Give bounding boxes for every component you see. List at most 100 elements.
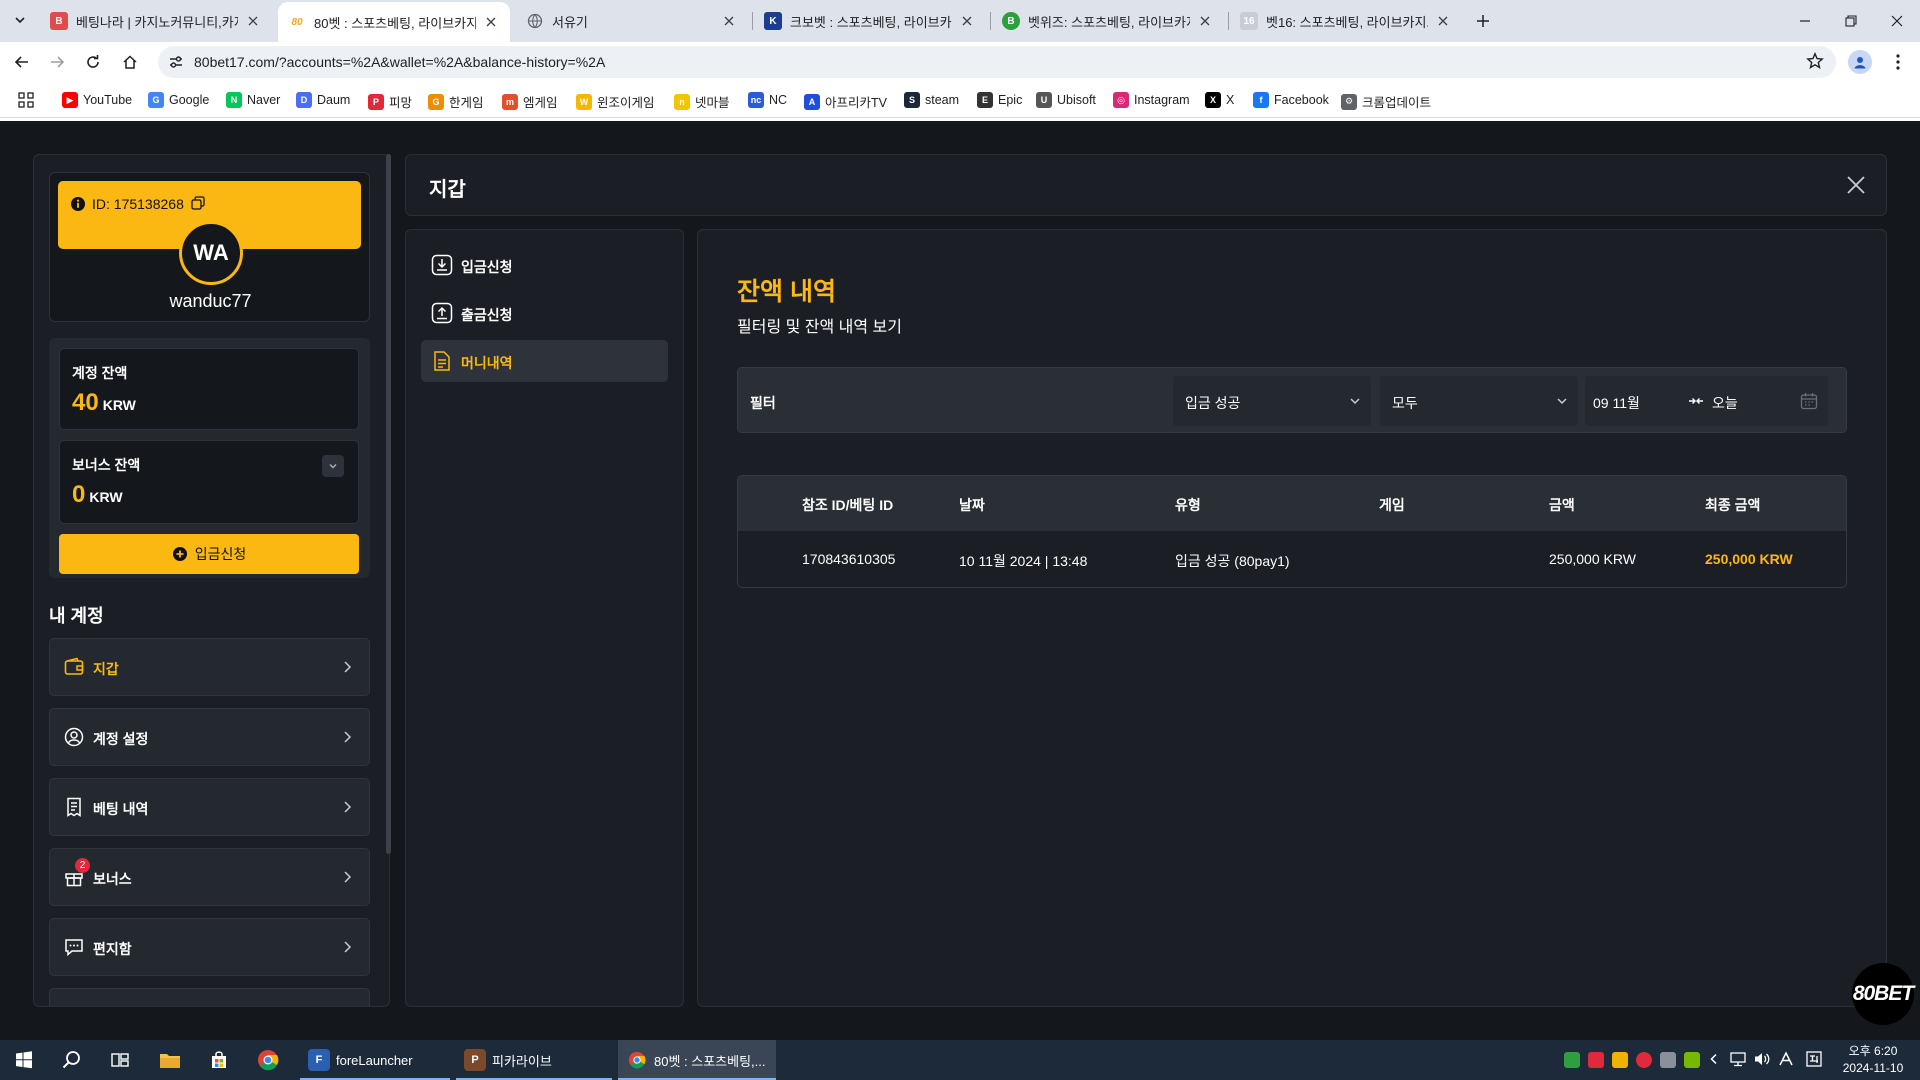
browser-menu-icon[interactable] xyxy=(1888,50,1908,74)
home-icon[interactable] xyxy=(118,50,142,74)
network-icon[interactable] xyxy=(1728,1049,1748,1069)
back-arrow-icon[interactable] xyxy=(10,50,34,74)
account-balance-amount: 40 KRW xyxy=(72,389,136,416)
bookmark-naver[interactable]: N Naver xyxy=(226,92,280,108)
column-header: 참조 ID/베팅 ID xyxy=(802,497,894,513)
tab-bet16[interactable]: 16 벳16: 스포츠베팅, 라이브카지노 xyxy=(1230,4,1462,38)
chevron-down-icon[interactable] xyxy=(322,455,344,477)
tab-search-icon[interactable] xyxy=(8,8,32,32)
new-tab-plus-icon[interactable] xyxy=(1472,10,1494,32)
chrome-icon[interactable] xyxy=(256,1048,280,1072)
bookmark-피망[interactable]: P 피망 xyxy=(368,92,412,111)
bookmark-google[interactable]: G Google xyxy=(148,92,209,108)
volume-icon[interactable] xyxy=(1752,1049,1772,1069)
taskbar-app-chrome-80bet[interactable]: 80벳 : 스포츠베팅,... xyxy=(618,1040,776,1080)
site-settings-icon[interactable] xyxy=(168,54,184,70)
user-circle-icon xyxy=(64,727,84,747)
tray-record-icon[interactable] xyxy=(1636,1052,1652,1068)
store-icon[interactable] xyxy=(207,1048,231,1072)
tab-close-icon[interactable] xyxy=(958,12,976,30)
tab-betwiz[interactable]: B 벳위즈: 스포츠베팅, 라이브카지 xyxy=(992,4,1224,38)
bookmark-ubisoft[interactable]: U Ubisoft xyxy=(1036,92,1096,108)
tray-badge-icon[interactable] xyxy=(1612,1052,1628,1068)
close-icon[interactable] xyxy=(1846,175,1866,195)
menu-item-label: 편지함 xyxy=(93,941,132,957)
tray-play-icon[interactable] xyxy=(1588,1052,1604,1068)
taskbar-app-forelauncher[interactable]: F foreLauncher xyxy=(300,1040,450,1080)
type-filter-select[interactable]: 입금 성공 xyxy=(1173,376,1371,426)
windows-start-icon[interactable] xyxy=(12,1048,36,1072)
bookmark-한게임[interactable]: G 한게임 xyxy=(428,92,484,111)
bookmark-instagram[interactable]: ◎ Instagram xyxy=(1113,92,1190,108)
bookmark-daum[interactable]: D Daum xyxy=(296,92,350,108)
deposit-button[interactable]: 입금신청 xyxy=(59,534,359,574)
chevron-right-icon xyxy=(342,800,352,814)
username: wanduc77 xyxy=(169,291,252,311)
bookmark-엠게임[interactable]: m 엠게임 xyxy=(502,92,558,111)
bookmark-윈조이게임[interactable]: W 윈조이게임 xyxy=(576,92,655,111)
sidebar-scrollbar[interactable] xyxy=(386,154,391,854)
bookmark-star-icon[interactable] xyxy=(1806,52,1824,70)
search-icon[interactable] xyxy=(60,1048,84,1072)
date-from: 09 11월 xyxy=(1593,395,1640,411)
system-clock[interactable]: 오후 6:20 2024-11-10 xyxy=(1838,1043,1908,1077)
window-close-icon[interactable] xyxy=(1874,6,1920,36)
menu-item-bonus[interactable]: 2 보너스 xyxy=(49,848,370,906)
bookmark-label: Daum xyxy=(317,93,351,107)
ime-indicator-icon[interactable] xyxy=(1776,1049,1796,1069)
bookmark-steam[interactable]: Ssteam xyxy=(904,92,959,108)
tab-80bet[interactable]: 80 80벳 : 스포츠베팅, 라이브카지 xyxy=(278,2,510,42)
bookmark-facebook[interactable]: f Facebook xyxy=(1253,92,1329,108)
tab-title: 벳16: 스포츠베팅, 라이브카지노 xyxy=(1266,14,1428,30)
calendar-icon[interactable] xyxy=(1800,392,1818,410)
menu-item-bet-history[interactable]: 베팅 내역 xyxy=(49,778,370,836)
bookmark-youtube[interactable]: ▶ YouTube xyxy=(62,92,132,108)
date-range-picker[interactable]: 09 11월 오늘 xyxy=(1585,376,1828,426)
address-bar[interactable]: 80bet17.com/?accounts=%2A&wallet=%2A&bal… xyxy=(158,46,1836,78)
bookmark-x[interactable]: XX xyxy=(1205,92,1234,108)
file-explorer-icon[interactable] xyxy=(158,1048,182,1072)
scope-filter-select[interactable]: 모두 xyxy=(1380,376,1578,426)
reload-icon[interactable] xyxy=(81,50,105,74)
task-view-icon[interactable] xyxy=(108,1048,132,1072)
tab-close-icon[interactable] xyxy=(244,12,262,30)
tray-chevron-icon[interactable] xyxy=(1704,1049,1724,1069)
tray-device-icon[interactable] xyxy=(1660,1052,1676,1068)
bookmark-epic[interactable]: E Epic xyxy=(977,92,1022,108)
bookmark-아프리카tv[interactable]: A 아프리카TV xyxy=(804,92,887,111)
window-restore-icon[interactable] xyxy=(1828,6,1874,36)
wallet-nav-money-history[interactable]: 머니내역 xyxy=(421,340,668,382)
taskbar-app-pikalive[interactable]: P 피카라이브 xyxy=(456,1040,612,1080)
menu-item-inbox[interactable]: 편지함 xyxy=(49,918,370,976)
browser-toolbar: 80bet17.com/?accounts=%2A&wallet=%2A&bal… xyxy=(0,42,1920,82)
upload-icon xyxy=(431,302,453,324)
bookmark-favicon-icon: X xyxy=(1205,92,1221,108)
menu-item-partial[interactable] xyxy=(49,988,370,1006)
menu-item-account-settings[interactable]: 계정 설정 xyxy=(49,708,370,766)
tab-close-icon[interactable] xyxy=(1196,12,1214,30)
tab-bettingnara[interactable]: B 베팅나라 | 카지노커뮤니티,카지 xyxy=(40,4,272,38)
apps-grid-icon[interactable] xyxy=(18,92,34,108)
bookmark-nc[interactable]: nc NC xyxy=(748,92,787,108)
keyboard-layout-icon[interactable] xyxy=(1804,1049,1824,1069)
bookmark-favicon-icon: G xyxy=(428,93,444,110)
menu-item-label: 지갑 xyxy=(93,661,119,677)
brand-logo[interactable]: 80BET xyxy=(1852,963,1914,1025)
tab-kbobet[interactable]: K 크보벳 : 스포츠베팅, 라이브카지 xyxy=(754,4,986,38)
profile-avatar-icon[interactable] xyxy=(1848,50,1872,74)
wallet-nav-withdraw[interactable]: 출금신청 xyxy=(421,292,668,334)
menu-item-wallet[interactable]: 지갑 xyxy=(49,638,370,696)
bookmark-크롬업데이트[interactable]: ⚙ 크롬업데이트 xyxy=(1341,92,1431,111)
tray-shield-icon[interactable] xyxy=(1564,1052,1580,1068)
tab-seoyugi[interactable]: 서유기 xyxy=(516,4,748,38)
bookmark-넷마블[interactable]: n 넷마블 xyxy=(674,92,730,111)
window-minimize-icon[interactable] xyxy=(1782,6,1828,36)
wallet-nav-deposit[interactable]: 입금신청 xyxy=(421,244,668,286)
copy-icon[interactable] xyxy=(191,196,205,210)
forward-arrow-icon[interactable] xyxy=(45,50,69,74)
tab-close-icon[interactable] xyxy=(720,12,738,30)
tray-nvidia-icon[interactable] xyxy=(1684,1052,1700,1068)
tab-close-icon[interactable] xyxy=(1434,12,1452,30)
tab-close-icon[interactable] xyxy=(482,13,500,31)
cell-type: 입금 성공 (80pay1) xyxy=(1175,553,1290,569)
